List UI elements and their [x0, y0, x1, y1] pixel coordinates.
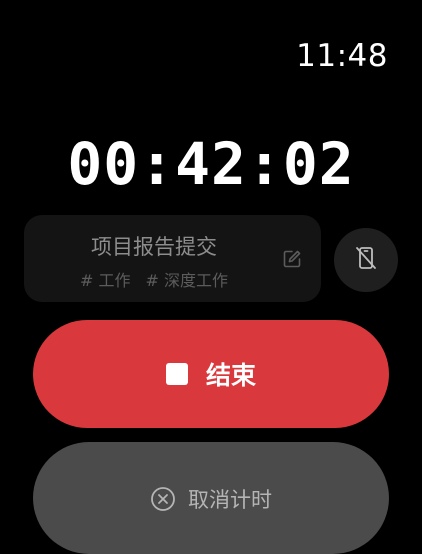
- cancel-timer-button[interactable]: 取消计时: [33, 442, 389, 554]
- stop-icon: [165, 363, 188, 385]
- task-tag: # 工作: [79, 271, 131, 290]
- task-card[interactable]: 项目报告提交 # 工作 # 深度工作: [24, 215, 321, 302]
- cancel-button-label: 取消计时: [188, 488, 272, 512]
- task-title: 项目报告提交: [91, 235, 217, 259]
- task-tags: # 工作 # 深度工作: [24, 267, 284, 291]
- end-button-label: 结束: [205, 361, 256, 390]
- edit-icon[interactable]: [282, 249, 302, 269]
- phone-off-button[interactable]: [334, 228, 398, 292]
- end-button[interactable]: 结束: [33, 320, 389, 428]
- elapsed-timer: 00:42:02: [67, 130, 355, 198]
- phone-off-icon: [353, 245, 379, 275]
- close-circle-icon: [150, 486, 176, 512]
- cancel-button-content: 取消计时: [33, 484, 389, 514]
- task-tag: # 深度工作: [145, 271, 229, 290]
- status-time: 11:48: [296, 38, 388, 74]
